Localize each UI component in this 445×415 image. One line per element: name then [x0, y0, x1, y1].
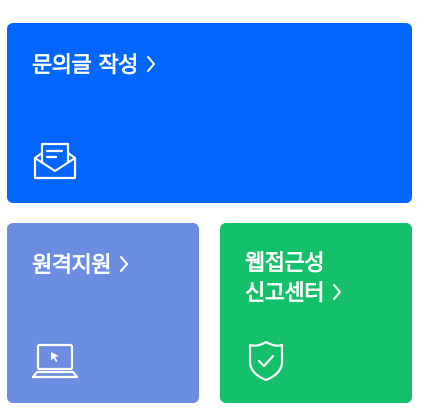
accessibility-card-label-line2: 신고센터	[245, 281, 324, 306]
chevron-right-icon	[146, 56, 155, 72]
inquiry-card-title: 문의글 작성	[32, 51, 156, 81]
remote-support-card[interactable]: 원격지원	[7, 223, 199, 403]
chevron-right-icon	[332, 284, 341, 300]
accessibility-report-card[interactable]: 웹접근성 신고센터	[220, 223, 412, 403]
remote-card-label: 원격지원	[32, 253, 111, 278]
chevron-right-icon	[119, 256, 128, 272]
shield-check-icon	[248, 341, 284, 381]
accessibility-card-label-line1: 웹접근성	[245, 251, 324, 276]
envelope-letter-icon	[33, 142, 77, 180]
laptop-cursor-icon	[32, 343, 78, 379]
accessibility-card-title: 웹접근성 신고센터	[245, 249, 342, 309]
inquiry-card[interactable]: 문의글 작성	[7, 23, 412, 203]
remote-card-title: 원격지원	[32, 251, 129, 281]
inquiry-card-label: 문의글 작성	[32, 53, 138, 78]
support-card-grid: 문의글 작성 원격지원 웹접근성 신고센터	[0, 0, 445, 415]
